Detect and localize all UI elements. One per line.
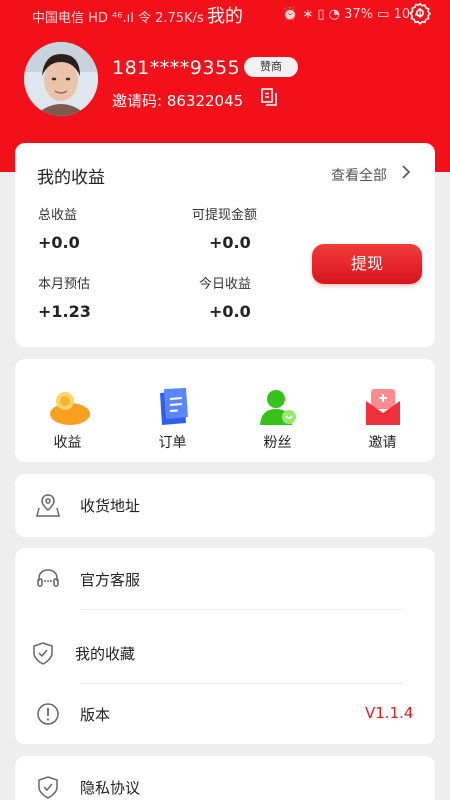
withdraw-button[interactable]: 提现 — [312, 244, 422, 284]
order-icon — [160, 388, 188, 425]
map-pin-icon — [36, 494, 60, 517]
privacy-policy-label: 隐私协议 — [80, 779, 141, 797]
withdrawable-label: 可提现金额 — [192, 208, 258, 223]
month-estimate-label: 本月预估 — [38, 277, 91, 292]
month-estimate-value: +1.23 — [38, 302, 91, 321]
quick-action-income[interactable]: 收益 — [15, 359, 120, 462]
view-all-link[interactable]: 查看全部 — [331, 165, 387, 185]
headset-icon — [37, 569, 59, 587]
version-label: 版本 — [80, 706, 111, 724]
today-earnings-value: +0.0 — [209, 302, 251, 321]
info-icon — [37, 703, 59, 725]
settings-gear-icon[interactable] — [408, 1, 432, 25]
shield-check-icon — [38, 776, 58, 799]
version-value: V1.1.4 — [365, 704, 414, 722]
income-icon — [50, 392, 90, 425]
quick-action-fans[interactable]: 粉丝 — [225, 359, 330, 462]
earnings-title: 我的收益 — [37, 168, 105, 188]
total-earnings-value: +0.0 — [38, 233, 80, 252]
quick-action-orders[interactable]: 订单 — [120, 359, 225, 462]
address-card[interactable]: 收货地址 — [15, 474, 435, 537]
quick-action-label: 邀请 — [368, 435, 397, 451]
copy-icon[interactable] — [259, 87, 279, 107]
quick-action-invite[interactable]: 邀请 — [330, 359, 435, 462]
divider — [81, 609, 403, 610]
shield-check-icon — [33, 642, 53, 665]
service-card: 官方客服 我的收藏 版本 V1.1.4 — [15, 548, 435, 744]
avatar-photo — [24, 42, 98, 116]
avatar[interactable] — [24, 42, 98, 116]
favorites-label[interactable]: 我的收藏 — [75, 643, 135, 664]
fans-icon — [260, 390, 296, 425]
quick-actions-card: 收益 订单 粉丝 邀请 — [15, 359, 435, 462]
invite-code-value: 86322045 — [166, 92, 244, 110]
customer-service-label[interactable]: 官方客服 — [80, 569, 140, 590]
invite-icon — [366, 389, 400, 425]
quick-action-label: 订单 — [158, 435, 187, 451]
divider — [81, 683, 403, 684]
chevron-right-icon[interactable] — [400, 164, 412, 180]
privacy-card[interactable]: 隐私协议 — [15, 756, 435, 800]
page-title: 我的 — [207, 6, 243, 27]
withdrawable-value: +0.0 — [209, 233, 251, 252]
quick-action-label: 收益 — [53, 435, 82, 451]
invite-code-label: 邀请码: — [112, 92, 163, 110]
today-earnings-label: 今日收益 — [199, 277, 252, 292]
address-label: 收货地址 — [80, 497, 141, 515]
earnings-card: 我的收益 查看全部 总收益 +0.0 可提现金额 +0.0 本月预估 +1.23… — [15, 143, 435, 347]
total-earnings-label: 总收益 — [38, 208, 78, 223]
user-phone: 181****9355 — [112, 57, 241, 79]
invite-code-row: 邀请码: 86322045 — [112, 90, 243, 111]
user-level-badge: 赞商 — [244, 57, 298, 77]
quick-action-label: 粉丝 — [263, 435, 292, 451]
